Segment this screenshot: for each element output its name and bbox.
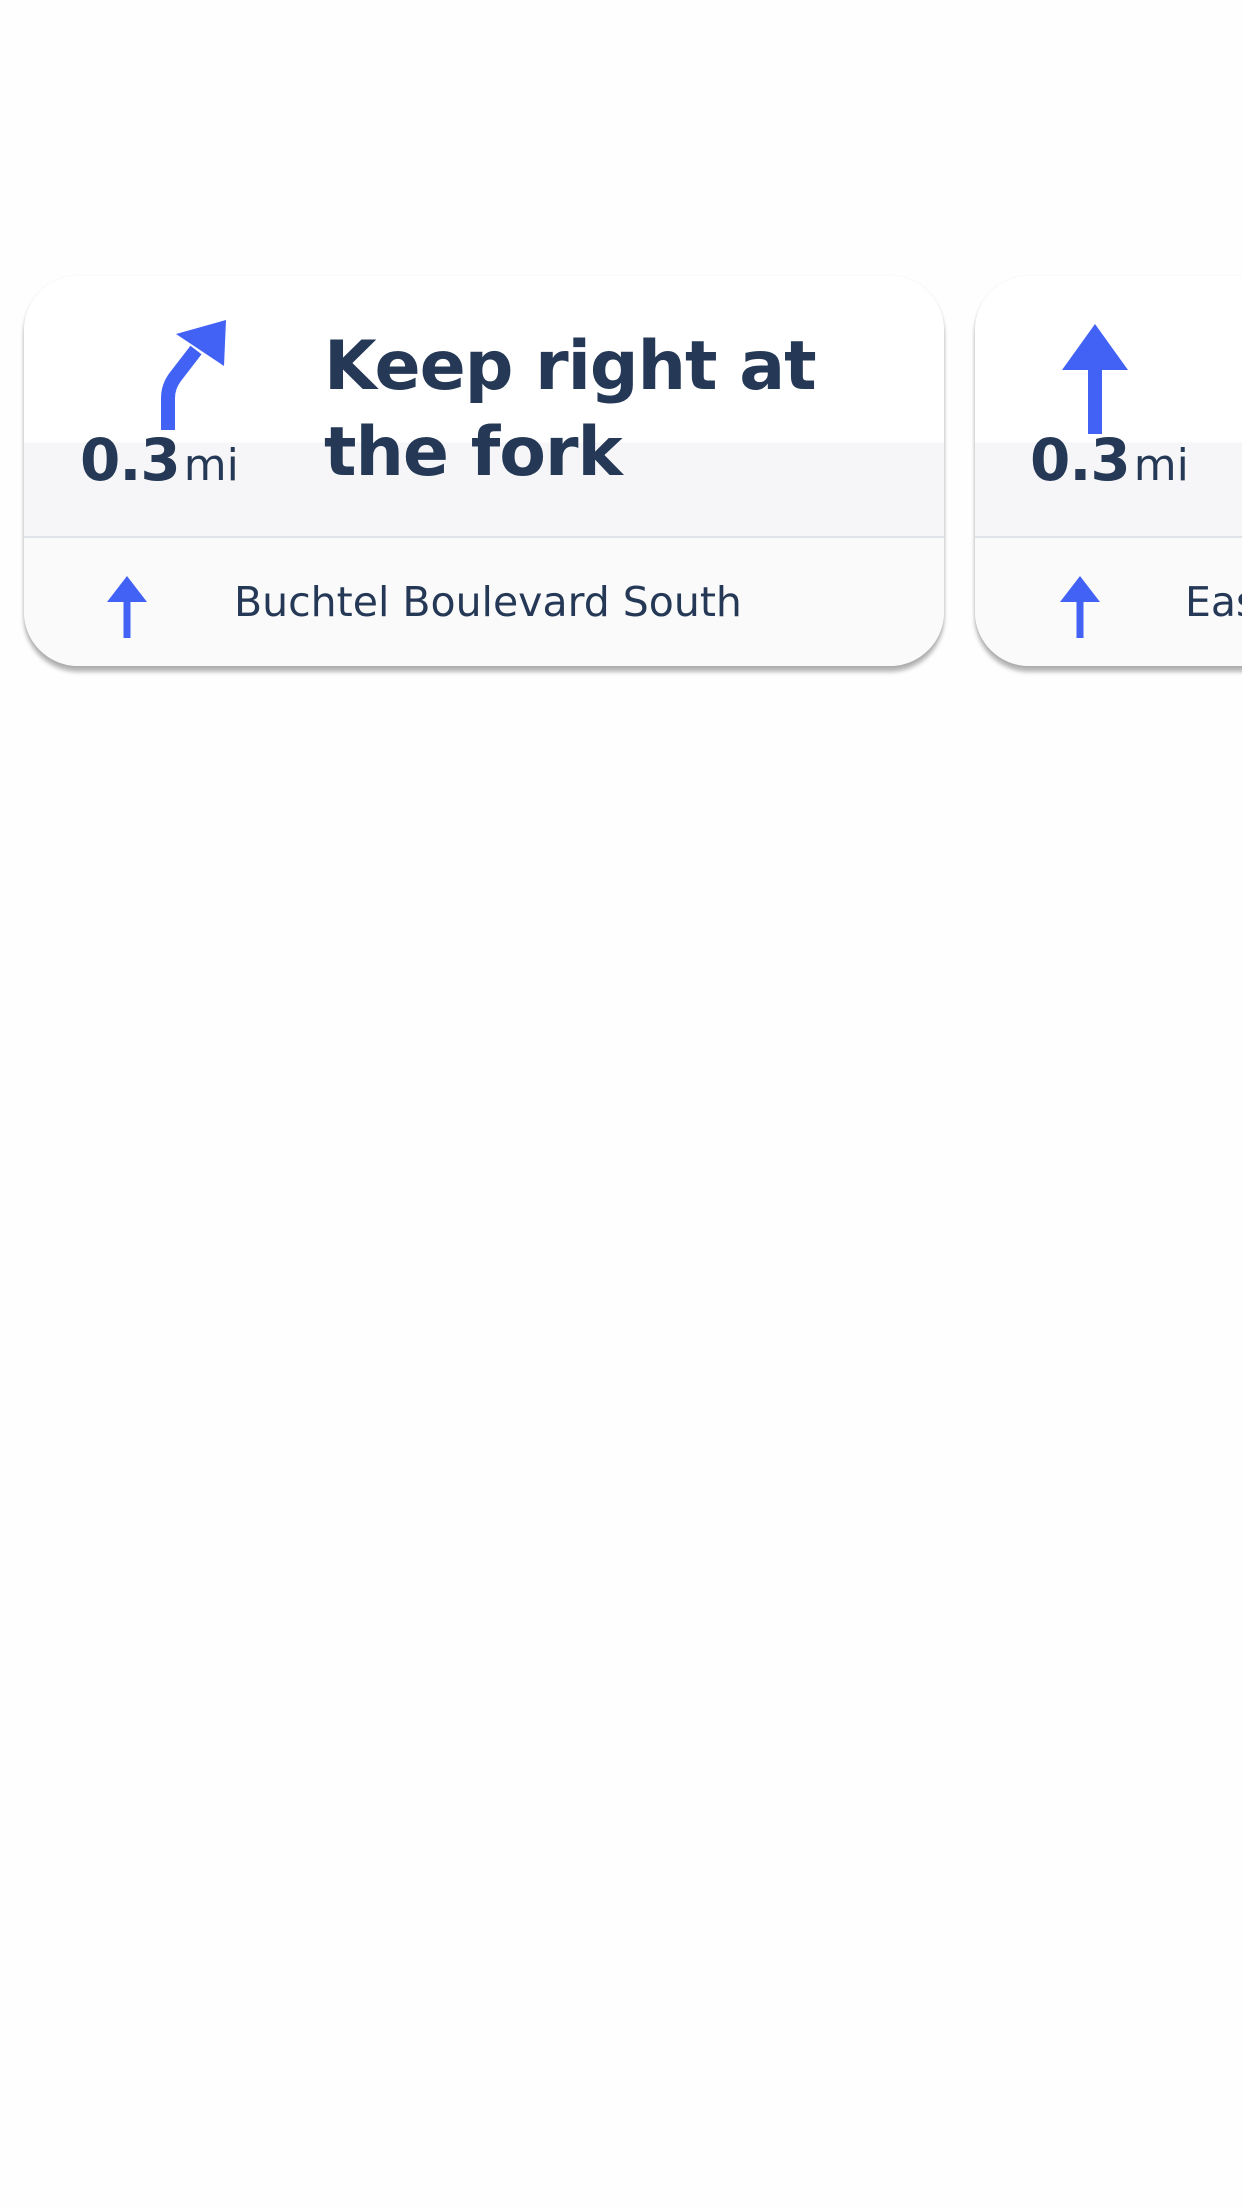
distance-unit: mi	[183, 440, 239, 491]
straight-arrow-icon	[107, 576, 147, 638]
navigation-viewport: 0.3mi Keep right at the fork Buchtel Bou…	[0, 0, 1242, 2208]
straight-arrow-icon	[1060, 576, 1100, 638]
distance-readout: 0.3mi	[1030, 426, 1189, 494]
distance-readout: 0.3mi	[80, 426, 239, 494]
distance-value: 0.3	[80, 426, 181, 494]
maneuver-instruction: Keep right at the fork	[324, 327, 817, 492]
next-street-name: Buchtel Boulevard South	[234, 578, 742, 626]
maneuver-card[interactable]: 0.3mi Eas	[975, 276, 1242, 666]
keep-right-arrow-icon	[161, 320, 226, 430]
next-street-name: Eas	[1185, 578, 1242, 626]
distance-value: 0.3	[1030, 426, 1131, 494]
straight-arrow-icon	[1062, 324, 1128, 434]
distance-unit: mi	[1133, 440, 1189, 491]
maneuver-card[interactable]: 0.3mi Keep right at the fork Buchtel Bou…	[24, 276, 944, 666]
